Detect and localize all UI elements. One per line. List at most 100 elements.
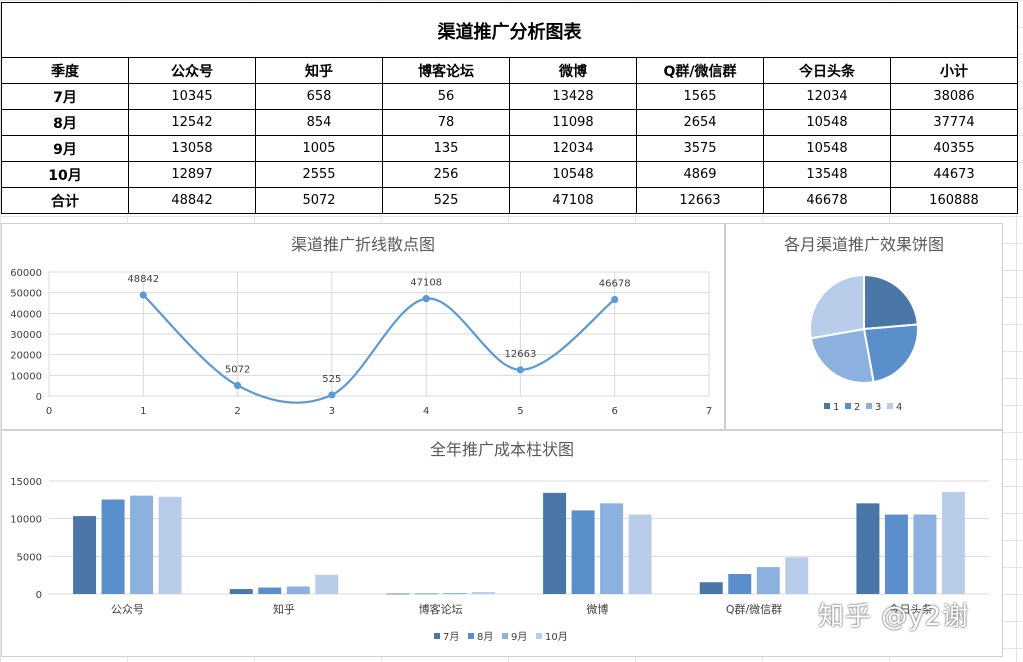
data-label: 5072 — [225, 365, 250, 376]
table-cell[interactable]: 40355 — [890, 135, 1018, 162]
watermark: 知乎 @y2谢 — [818, 602, 970, 632]
bar — [130, 495, 154, 594]
legend-swatch — [866, 403, 872, 409]
table-cell[interactable]: 1565 — [636, 83, 764, 110]
table-cell[interactable]: 4869 — [636, 161, 764, 188]
table-cell[interactable]: 46678 — [763, 187, 891, 214]
table-header-row: 季度 公众号 知乎 博客论坛 微博 Q群/微信群 今日头条 小计 — [1, 57, 1018, 84]
table-cell[interactable]: 47108 — [509, 187, 637, 214]
y-tick-label: 30000 — [10, 330, 42, 341]
table-cell[interactable]: 10548 — [763, 109, 891, 136]
legend-swatch — [845, 403, 851, 409]
row-label-cell[interactable]: 9月 — [1, 135, 129, 162]
y-tick-label: 0 — [36, 392, 42, 403]
x-category-label: 公众号 — [111, 603, 144, 616]
table-cell[interactable]: 56 — [382, 83, 510, 110]
table-cell[interactable]: 13548 — [763, 161, 891, 188]
bar — [73, 516, 97, 594]
header-cell[interactable]: 今日头条 — [763, 57, 891, 84]
header-cell[interactable]: 季度 — [1, 57, 129, 84]
table-cell[interactable]: 48842 — [128, 187, 256, 214]
bar — [258, 587, 282, 594]
table-cell[interactable]: 5072 — [255, 187, 383, 214]
table-row: 10月 12897 2555 256 10548 4869 13548 44673 — [1, 161, 1018, 188]
table-cell[interactable]: 12034 — [763, 83, 891, 110]
table-row: 合计 48842 5072 525 47108 12663 46678 160888 — [1, 187, 1018, 214]
legend-label: 7月 — [443, 631, 459, 643]
bar — [229, 589, 253, 594]
table-cell[interactable]: 13058 — [128, 135, 256, 162]
table-cell[interactable]: 12034 — [509, 135, 637, 162]
y-tick-label: 10000 — [10, 515, 42, 526]
table-cell[interactable]: 1005 — [255, 135, 383, 162]
bar — [386, 593, 410, 595]
table-cell[interactable]: 10548 — [763, 135, 891, 162]
x-category-label: Q群/微信群 — [726, 602, 782, 616]
data-label: 525 — [322, 374, 341, 385]
line-chart-panel[interactable]: 渠道推广折线散点图 0 10000 20000 30000 40000 50000 60000… — [1, 223, 725, 430]
pie-slice — [863, 273, 919, 331]
table-cell[interactable]: 160888 — [890, 187, 1018, 214]
table-cell[interactable]: 37774 — [890, 109, 1018, 136]
legend-swatch — [887, 403, 893, 409]
table-cell[interactable]: 10548 — [509, 161, 637, 188]
y-tick-label: 20000 — [10, 351, 42, 362]
series-line — [142, 294, 616, 404]
x-tick-label: 2 — [234, 406, 240, 417]
header-cell[interactable]: 博客论坛 — [382, 57, 510, 84]
table-cell[interactable]: 658 — [255, 83, 383, 110]
legend-label: 2 — [854, 402, 860, 413]
table-cell[interactable]: 2555 — [255, 161, 383, 188]
table-cell[interactable]: 3575 — [636, 135, 764, 162]
table-cell[interactable]: 12542 — [128, 109, 256, 136]
table-cell[interactable]: 525 — [382, 187, 510, 214]
table-row: 7月 10345 658 56 13428 1565 12034 38086 — [1, 83, 1018, 110]
y-tick-label: 0 — [36, 590, 42, 601]
table-cell[interactable]: 12663 — [636, 187, 764, 214]
data-point — [516, 366, 525, 374]
y-tick-label: 40000 — [10, 309, 42, 320]
table-cell[interactable]: 44673 — [890, 161, 1018, 188]
pie-chart-panel[interactable]: 各月渠道推广效果饼图 1 2 3 4 — [725, 223, 1003, 430]
x-tick-label: 5 — [517, 406, 523, 417]
bar — [471, 592, 495, 594]
y-tick-label: 50000 — [10, 289, 42, 300]
table-cell[interactable]: 2654 — [636, 109, 764, 136]
table-cell[interactable]: 256 — [382, 161, 510, 188]
table-cell[interactable]: 854 — [255, 109, 383, 136]
row-label-cell[interactable]: 合计 — [1, 187, 129, 214]
data-point — [139, 291, 147, 299]
header-cell[interactable]: 小计 — [890, 57, 1018, 84]
bar — [543, 492, 567, 594]
x-tick-label: 1 — [140, 406, 146, 417]
bar — [913, 514, 937, 594]
table-cell[interactable]: 12897 — [128, 161, 256, 188]
header-cell[interactable]: Q群/微信群 — [636, 57, 764, 84]
header-cell[interactable]: 公众号 — [128, 57, 256, 84]
bar — [628, 514, 652, 594]
table-cell[interactable]: 78 — [382, 109, 510, 136]
data-point — [328, 391, 336, 399]
bar — [315, 574, 339, 594]
legend-swatch — [502, 633, 508, 639]
bar — [414, 593, 438, 595]
table-cell[interactable]: 38086 — [890, 83, 1018, 110]
header-cell[interactable]: 微博 — [509, 57, 637, 84]
bar — [158, 496, 182, 594]
row-label-cell[interactable]: 7月 — [1, 83, 129, 110]
table-cell[interactable]: 13428 — [509, 83, 637, 110]
row-label-cell[interactable]: 10月 — [1, 161, 129, 188]
pie-chart: 各月渠道推广效果饼图 1 2 3 4 — [784, 235, 944, 413]
chart-title: 各月渠道推广效果饼图 — [784, 235, 944, 254]
y-tick-label: 15000 — [10, 477, 42, 488]
chart-title: 渠道推广折线散点图 — [291, 235, 435, 254]
table-cell[interactable]: 10345 — [128, 83, 256, 110]
legend-label: 1 — [833, 402, 839, 413]
table-cell[interactable]: 11098 — [509, 109, 637, 136]
table-row: 9月 13058 1005 135 12034 3575 10548 40355 — [1, 135, 1018, 162]
table-cell[interactable]: 135 — [382, 135, 510, 162]
x-tick-label: 0 — [46, 406, 52, 417]
row-label-cell[interactable]: 8月 — [1, 109, 129, 136]
data-label: 46678 — [599, 279, 631, 290]
header-cell[interactable]: 知乎 — [255, 57, 383, 84]
